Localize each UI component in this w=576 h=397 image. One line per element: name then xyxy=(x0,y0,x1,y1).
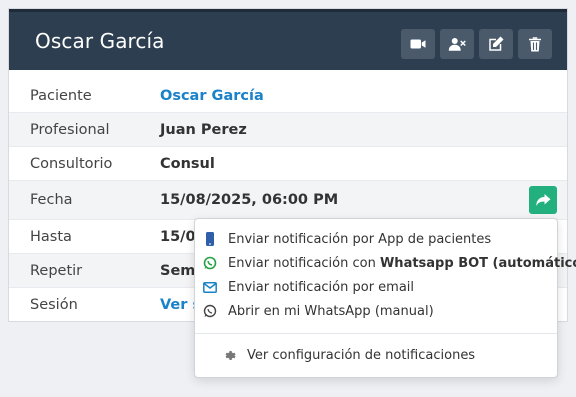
menu-item-whatsapp-manual[interactable]: Abrir en mi WhatsApp (manual) xyxy=(195,300,557,324)
video-call-button[interactable] xyxy=(401,29,435,59)
row-label: Profesional xyxy=(30,121,110,138)
edit-button[interactable] xyxy=(479,29,513,59)
share-notification-button[interactable] xyxy=(529,186,557,214)
trash-icon xyxy=(529,37,541,52)
menu-item-label: Enviar notificación por email xyxy=(228,280,415,295)
whatsapp-bot-prefix: Enviar notificación con xyxy=(228,256,380,271)
menu-divider xyxy=(195,333,557,334)
notification-dropdown: Enviar notificación por App de pacientes… xyxy=(194,218,576,378)
menu-item-email-notification[interactable]: Enviar notificación por email xyxy=(195,276,557,300)
card-header: Oscar García xyxy=(9,9,567,70)
remove-patient-button[interactable] xyxy=(440,29,474,59)
menu-item-label: Abrir en mi WhatsApp (manual) xyxy=(228,304,434,319)
menu-item-app-notification[interactable]: Enviar notificación por App de pacientes xyxy=(195,228,557,252)
row-fecha: Fecha 15/08/2025, 06:00 PM xyxy=(9,181,567,220)
whatsapp-outline-icon xyxy=(203,304,217,318)
gear-icon xyxy=(222,348,236,362)
row-label: Fecha xyxy=(30,192,73,208)
row-label: Consultorio xyxy=(30,155,113,172)
row-value: Consul xyxy=(160,155,215,172)
whatsapp-icon xyxy=(203,256,217,270)
row-paciente: Paciente Oscar García xyxy=(9,79,567,113)
delete-button[interactable] xyxy=(518,29,552,59)
row-label: Hasta xyxy=(30,228,72,245)
video-icon xyxy=(410,39,426,49)
menu-item-whatsapp-bot[interactable]: Enviar notificación con Whatsapp BOT (au… xyxy=(195,252,576,276)
patient-link[interactable]: Oscar García xyxy=(160,88,264,104)
phone-icon xyxy=(203,232,217,246)
row-consultorio: Consultorio Consul xyxy=(9,147,567,181)
edit-icon xyxy=(489,36,504,51)
remove-user-icon xyxy=(448,38,466,51)
row-value: Juan Perez xyxy=(160,121,247,138)
share-icon xyxy=(536,194,551,206)
menu-item-notification-settings[interactable]: Ver configuración de notificaciones xyxy=(195,344,557,368)
row-label: Sesión xyxy=(30,297,78,313)
menu-item-label: Enviar notificación por App de pacientes xyxy=(228,232,492,247)
row-profesional: Profesional Juan Perez xyxy=(9,113,567,147)
page-title: Oscar García xyxy=(35,29,165,53)
row-label: Paciente xyxy=(30,87,92,104)
menu-item-label: Enviar notificación con Whatsapp BOT (au… xyxy=(228,256,576,271)
menu-item-label: Ver configuración de notificaciones xyxy=(247,348,476,363)
row-label: Repetir xyxy=(30,262,83,279)
envelope-icon xyxy=(203,280,217,294)
row-value: 15/08/2025, 06:00 PM xyxy=(160,192,339,208)
whatsapp-bot-bold: Whatsapp BOT (automático) xyxy=(379,256,576,271)
